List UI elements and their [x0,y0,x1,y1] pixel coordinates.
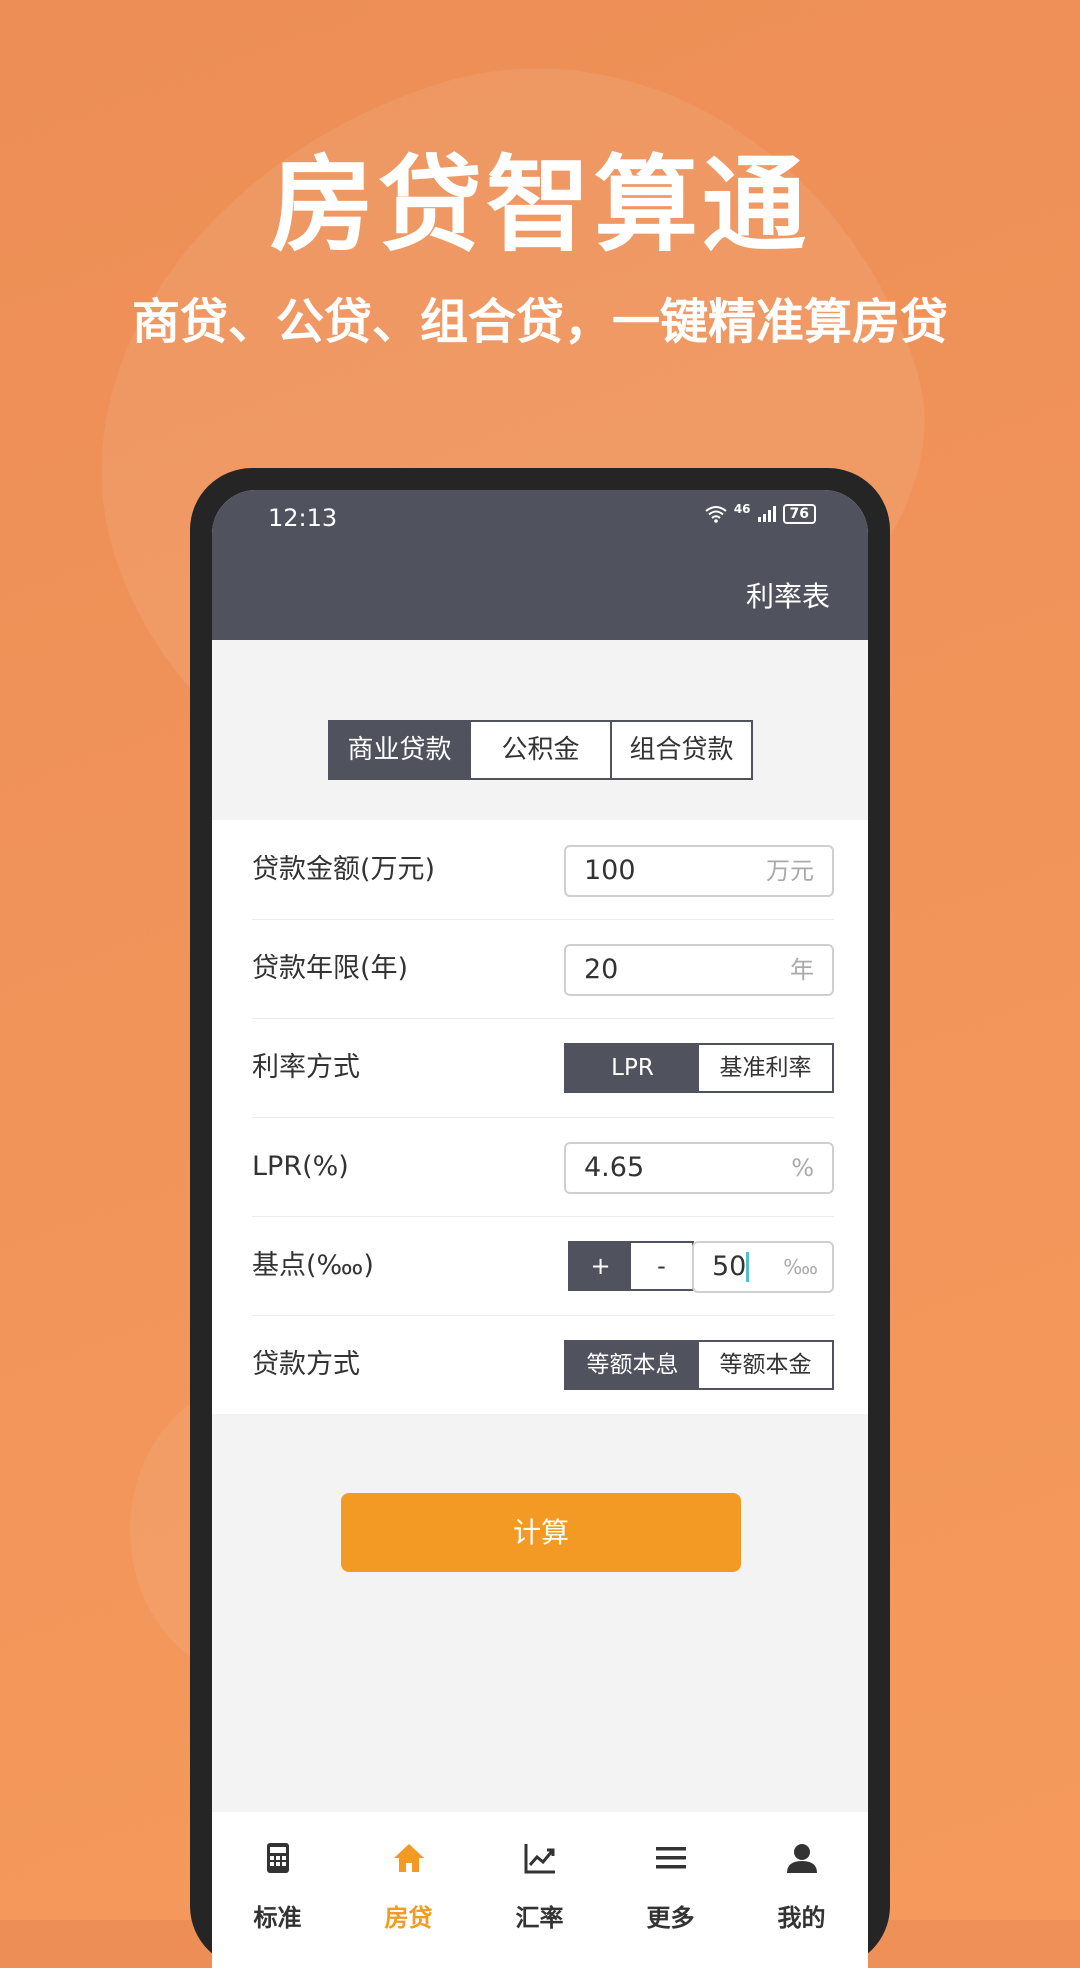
tab-label: 更多 [646,1904,695,1932]
basis-points-input[interactable]: 50 ‱ [692,1241,834,1293]
tab-exchange-rate[interactable]: 汇率 [474,1812,605,1968]
amount-input[interactable]: 100 万元 [564,845,834,897]
tab-profile[interactable]: 我的 [736,1812,867,1968]
increment-button[interactable]: + [570,1243,631,1289]
term-row: 贷款年限(年) 20 年 [252,919,834,1019]
rate-mode-label: 利率方式 [252,1052,360,1083]
tab-label: 我的 [777,1904,826,1932]
status-time: 12:13 [268,504,338,532]
basis-points-stepper: + - [568,1241,694,1291]
rate-mode-lpr[interactable]: LPR [566,1045,699,1091]
term-label: 贷款年限(年) [252,953,409,984]
rate-mode-benchmark[interactable]: 基准利率 [699,1045,832,1091]
rate-mode-toggle: LPR 基准利率 [564,1043,834,1093]
lpr-unit: % [791,1154,814,1182]
repayment-label: 贷款方式 [252,1349,360,1380]
lpr-row: LPR(%) 4.65 % [252,1117,834,1217]
amount-row: 贷款金额(万元) 100 万元 [252,820,834,920]
status-icons: 46 76 [704,502,816,524]
term-value: 20 [584,954,619,985]
repayment-equal-installment[interactable]: 等额本息 [566,1342,699,1388]
signal-icon [757,506,776,522]
term-unit: 年 [790,956,814,984]
tab-label: 汇率 [515,1904,564,1932]
decrement-button[interactable]: - [631,1243,692,1289]
network-type: 46 [733,502,751,516]
battery-icon: 76 [782,504,816,524]
tab-standard[interactable]: 标准 [212,1812,343,1968]
tab-label: 房贷 [384,1904,433,1932]
basis-points-label: 基点(‱) [252,1250,374,1281]
wifi-icon [705,506,727,523]
chart-line-icon [524,1844,555,1874]
promo-title: 房贷智算通 [269,144,810,266]
tab-provident-fund[interactable]: 公积金 [469,722,610,778]
basis-points-value: 50 [712,1251,747,1282]
tab-mortgage[interactable]: 房贷 [343,1812,474,1968]
app-bar: 12:13 46 76 利率表 [212,490,868,640]
tab-commercial-loan[interactable]: 商业贷款 [330,722,469,778]
promo-subtitle: 商贷、公贷、组合贷，一键精准算房贷 [131,294,948,350]
repayment-row: 贷款方式 等额本息 等额本金 [252,1315,834,1414]
calculate-button[interactable]: 计算 [341,1493,741,1572]
loan-form: 贷款金额(万元) 100 万元 贷款年限(年) 20 年 利率方式 LPR 基准… [212,820,868,1414]
text-cursor [746,1252,749,1282]
lpr-value: 4.65 [584,1152,645,1183]
amount-label: 贷款金额(万元) [252,854,436,885]
repayment-toggle: 等额本息 等额本金 [564,1340,834,1390]
bottom-tab-bar: 标准 房贷 汇率 更多 我的 [212,1812,868,1968]
calculator-icon [266,1843,289,1873]
menu-icon [655,1847,686,1869]
amount-unit: 万元 [766,857,814,885]
tab-combined-loan[interactable]: 组合贷款 [610,722,751,778]
tab-more[interactable]: 更多 [605,1812,736,1968]
basis-points-unit: ‱ [783,1255,818,1279]
tab-label: 标准 [253,1904,302,1932]
loan-type-tabs: 商业贷款 公积金 组合贷款 [328,720,753,780]
lpr-label: LPR(%) [252,1151,349,1182]
user-icon [786,1844,817,1873]
term-input[interactable]: 20 年 [564,944,834,996]
lpr-input[interactable]: 4.65 % [564,1142,834,1194]
basis-points-row: 基点(‱) + - 50 ‱ [252,1216,834,1316]
rate-table-button[interactable]: 利率表 [746,575,830,615]
rate-mode-row: 利率方式 LPR 基准利率 [252,1018,834,1118]
repayment-equal-principal[interactable]: 等额本金 [699,1342,832,1388]
home-icon [393,1844,424,1872]
app-screen: 12:13 46 76 利率表 商业贷款 公积金 组合贷款 贷款金额(万元) 1… [212,490,868,1968]
phone-frame: 12:13 46 76 利率表 商业贷款 公积金 组合贷款 贷款金额(万元) 1… [190,468,890,1968]
amount-value: 100 [584,855,636,886]
